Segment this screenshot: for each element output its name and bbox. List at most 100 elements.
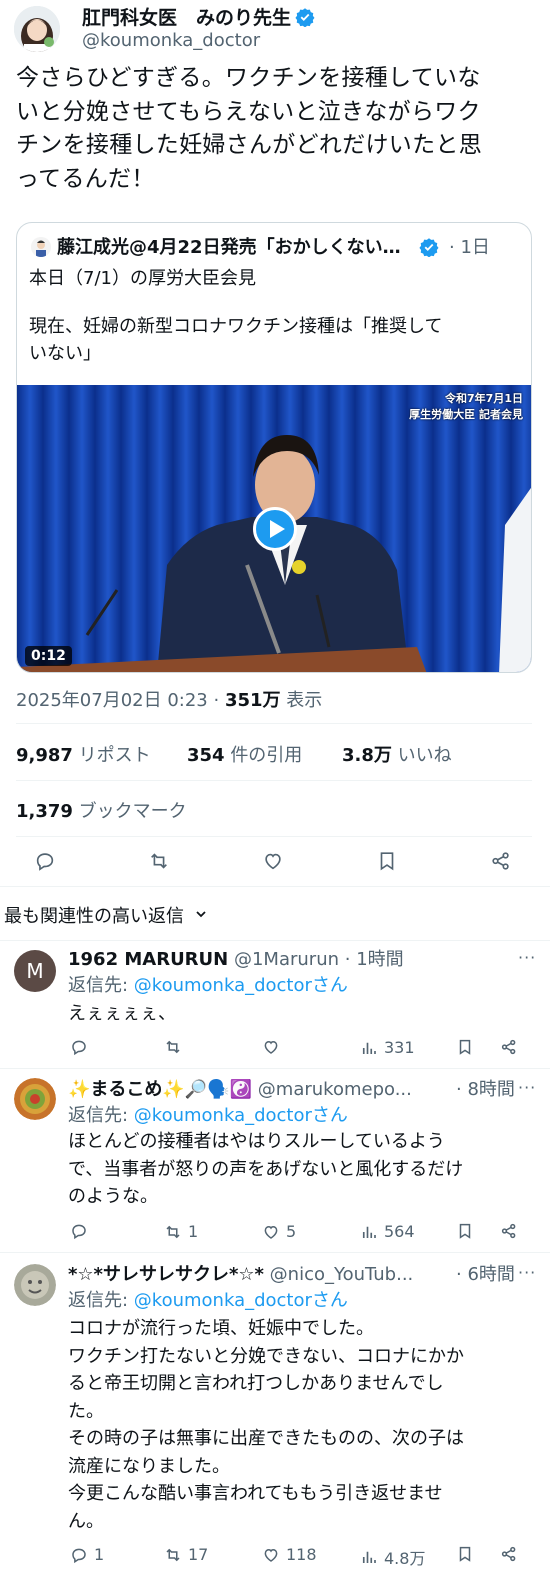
reply-to-line: 返信先: @koumonka_doctorさん — [68, 971, 348, 997]
reply-bookmark-button[interactable] — [456, 1545, 474, 1563]
reply-author-handle[interactable]: @marukomepo... — [258, 1079, 412, 1100]
reply-to-handle[interactable]: @koumonka_doctorさん — [134, 1105, 348, 1126]
reply-reply-button[interactable] — [70, 1038, 94, 1056]
reply-avatar[interactable] — [14, 1264, 56, 1306]
reply-views-button[interactable]: 4.8万 — [360, 1545, 425, 1569]
reply-button[interactable] — [34, 850, 56, 876]
reply-time[interactable]: · 1時間 — [345, 949, 404, 970]
reply-bookmark-button[interactable] — [456, 1038, 474, 1056]
reply-like-button[interactable]: 5 — [262, 1222, 296, 1241]
reply-bookmark-button[interactable] — [456, 1222, 474, 1240]
quotes-stat[interactable]: 354 件の引用 — [187, 741, 302, 767]
more-options-icon[interactable]: ··· — [518, 1078, 536, 1097]
play-icon[interactable] — [253, 507, 297, 551]
reply-to-handle[interactable]: @koumonka_doctorさん — [134, 1290, 348, 1311]
reply-text-line: た。 — [68, 1400, 104, 1422]
reply-author-handle[interactable]: @nico_YouTub... — [270, 1264, 414, 1285]
reply-actions: 331 — [68, 1038, 528, 1060]
quoted-author-name-text[interactable]: 藤江成光@4月22日発売「おかしくない… — [57, 237, 401, 258]
reply-share-button[interactable] — [500, 1545, 518, 1563]
quoted-text-line: いない」 — [29, 343, 101, 364]
bookmarks-label[interactable]: ブックマーク — [79, 801, 187, 822]
author-name[interactable]: 肛門科女医 みのり先生 — [82, 3, 315, 32]
likes-label[interactable]: いいね — [398, 745, 452, 766]
reposts-label[interactable]: リポスト — [79, 745, 151, 766]
reply-header[interactable]: 1962 MARURUN @1Marurun · 1時間 — [68, 945, 404, 971]
reply-text-line: 今更こんな酷い事言われてももう引き返せませ — [68, 1483, 443, 1504]
reply-sort-dropdown[interactable]: 最も関連性の高い返信 — [4, 902, 208, 928]
reply-like-button[interactable] — [262, 1038, 286, 1056]
reply-views-button[interactable]: 331 — [360, 1038, 415, 1057]
reply-actions: 1 5 564 — [68, 1222, 528, 1244]
reply-author-handle[interactable]: @1Marurun — [234, 949, 339, 970]
reply-text-line: えぇぇぇぇ、 — [68, 1003, 176, 1024]
bookmark-button[interactable] — [376, 850, 398, 876]
reply-share-button[interactable] — [500, 1038, 518, 1056]
reply-repost-button[interactable]: 1 — [164, 1222, 198, 1241]
reply-to-handle[interactable]: @koumonka_doctorさん — [134, 975, 348, 996]
views-icon — [362, 1226, 376, 1238]
more-options-icon[interactable]: ··· — [518, 948, 536, 967]
reply-text: ほとんどの接種者はやはりスルーしているよう で、当事者が怒りの声をあげないと風化… — [68, 1128, 528, 1211]
reply-share-button[interactable] — [500, 1222, 518, 1240]
reply-repost-button[interactable] — [164, 1038, 188, 1056]
quoted-tweet[interactable]: 藤江成光@4月22日発売「おかしくない… · 1日 本日（7/1）の厚労大臣会見… — [16, 222, 532, 673]
bookmarks-count[interactable]: 1,379 — [16, 801, 73, 822]
reply-icon — [36, 853, 54, 871]
bookmark-icon — [459, 1039, 471, 1055]
reply-count: 1 — [94, 1545, 105, 1564]
reply-text-line: 流産になりました。 — [68, 1455, 230, 1477]
more-options-icon[interactable]: ··· — [518, 1263, 536, 1282]
quoted-author-name[interactable]: 藤江成光@4月22日発売「おかしくない… — [57, 233, 417, 259]
likes-count[interactable]: 3.8万 — [342, 745, 392, 766]
share-icon — [501, 1223, 516, 1239]
quoted-text-line: 本日（7/1）の厚労大臣会見 — [29, 268, 256, 289]
video-player[interactable]: 令和7年7月1日 厚生労働大臣 記者会見 0:12 — [17, 385, 531, 672]
reply-avatar[interactable] — [14, 1078, 56, 1120]
tweet-text-line: チンを接種した妊婦さんがどれだけいたと思 — [16, 132, 482, 158]
share-button[interactable] — [490, 850, 512, 876]
views-count: 331 — [384, 1038, 415, 1057]
reply-reply-button[interactable]: 1 — [70, 1545, 104, 1564]
heart-icon — [264, 1225, 278, 1239]
quotes-count[interactable]: 354 — [187, 745, 225, 766]
timestamp-text[interactable]: 2025年07月02日 0:23 · — [16, 690, 225, 711]
reply-like-button[interactable]: 118 — [262, 1545, 317, 1564]
author-avatar[interactable] — [14, 6, 60, 52]
avatar-letter: M — [26, 959, 44, 983]
reply-repost-button[interactable]: 17 — [164, 1545, 208, 1564]
tweet-text-line: 今さらひどすぎる。ワクチンを接種していな — [16, 65, 481, 91]
repost-count: 1 — [188, 1222, 199, 1241]
reply-author-name[interactable]: *☆*サレサレサクレ*☆* — [68, 1264, 264, 1285]
bookmark-icon — [459, 1223, 471, 1239]
reply-text-line: その時の子は無事に出産できたものの、次の子は — [68, 1428, 464, 1449]
repost-button[interactable] — [148, 850, 170, 876]
quotes-label[interactable]: 件の引用 — [230, 745, 302, 766]
bookmark-icon — [380, 852, 394, 871]
views-count: 564 — [384, 1222, 415, 1241]
views-count: 351万 — [224, 690, 281, 711]
author-handle[interactable]: @koumonka_doctor — [82, 30, 260, 51]
reply-time[interactable]: · 6時間 — [452, 1260, 515, 1286]
author-name-text[interactable]: 肛門科女医 みのり先生 — [82, 7, 291, 29]
tweet-text-line: ってるんだ！ — [16, 165, 155, 192]
reply-to-line: 返信先: @koumonka_doctorさん — [68, 1101, 348, 1127]
reply-views-button[interactable]: 564 — [360, 1222, 415, 1241]
share-icon — [501, 1546, 516, 1562]
reply-author-name[interactable]: ✨まるこめ✨🔎🗣️☯️ — [68, 1079, 252, 1100]
bookmarks-stat[interactable]: 1,379 ブックマーク — [16, 797, 187, 823]
reply-sort-label[interactable]: 最も関連性の高い返信 — [4, 906, 184, 927]
like-button[interactable] — [262, 850, 284, 876]
likes-stat[interactable]: 3.8万 いいね — [342, 741, 452, 767]
reply-reply-button[interactable] — [70, 1222, 94, 1240]
tweet-timestamp[interactable]: 2025年07月02日 0:23 · 351万 表示 — [16, 686, 322, 712]
divider — [16, 836, 532, 837]
reply-avatar[interactable]: M — [14, 950, 56, 992]
reply-to-prefix: 返信先: — [68, 975, 134, 996]
reply-text-line: ワクチン打たないと分娩できない、コロナにかか — [68, 1345, 464, 1367]
reposts-stat[interactable]: 9,987 リポスト — [16, 741, 151, 767]
reply-time[interactable]: · 8時間 — [452, 1075, 515, 1101]
reply-author-name[interactable]: 1962 MARURUN — [68, 949, 228, 970]
reposts-count[interactable]: 9,987 — [16, 745, 73, 766]
quoted-time[interactable]: · 1日 — [449, 233, 490, 259]
